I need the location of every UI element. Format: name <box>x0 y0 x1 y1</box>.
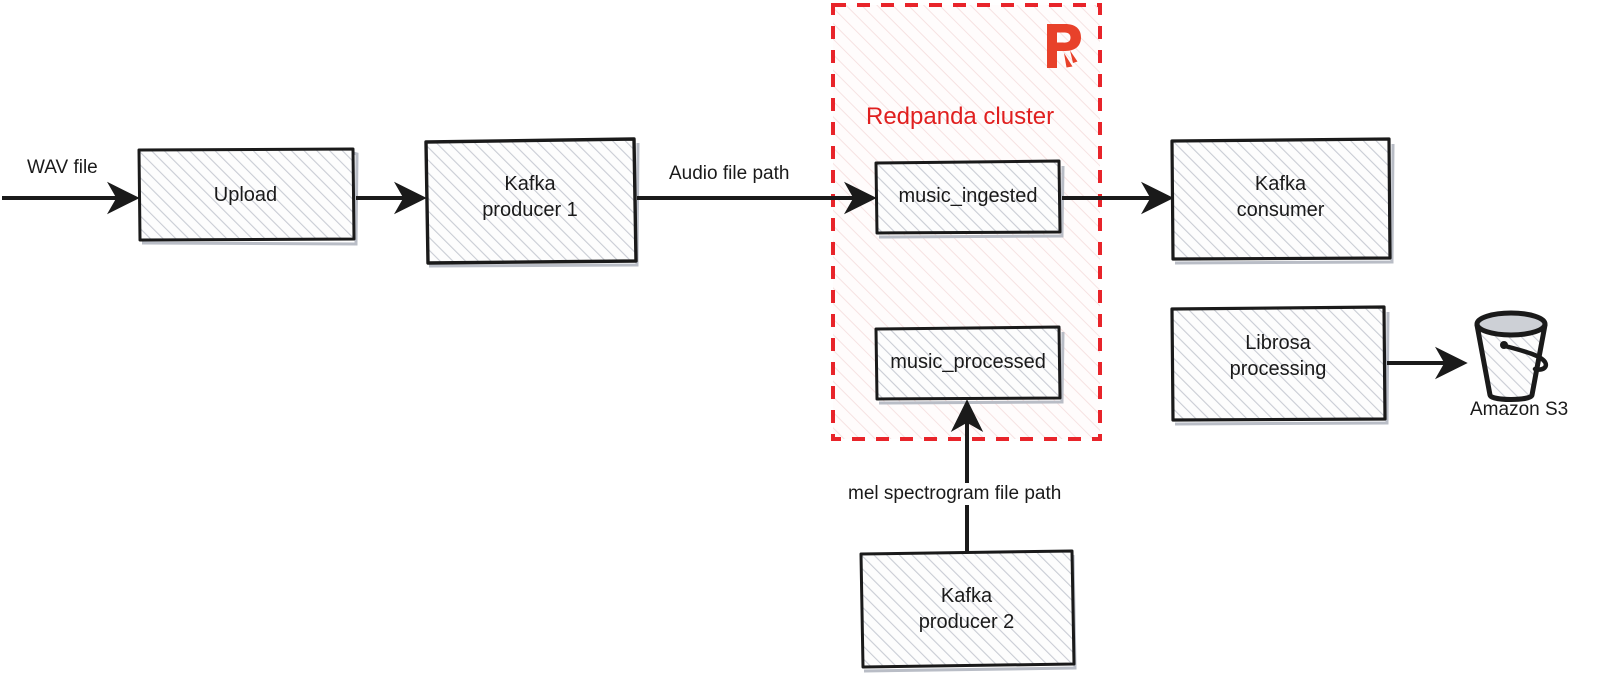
node-music-processed-shape <box>874 325 1065 405</box>
edge-label-audio-file-path: Audio file path <box>666 163 793 185</box>
edge-label-mel-spectrogram-file-path: mel spectrogram file path <box>845 483 1065 505</box>
edge-label-wav-file: WAV file <box>24 157 101 179</box>
bucket-icon <box>1474 310 1549 402</box>
node-kafka-producer-1-shape <box>424 137 640 268</box>
node-kafka-consumer-shape <box>1170 137 1395 265</box>
node-librosa-shape <box>1170 305 1390 426</box>
node-kafka-producer-2-shape <box>859 549 1077 673</box>
diagram-graphics <box>2 3 1549 673</box>
node-upload-shape <box>137 147 359 246</box>
diagram-canvas: Upload Kafka producer 1 music_ingested K… <box>0 0 1600 690</box>
node-music-ingested-shape <box>874 159 1065 239</box>
cluster-title: Redpanda cluster <box>866 103 1055 130</box>
external-label-amazon-s3: Amazon S3 <box>1470 399 1569 420</box>
